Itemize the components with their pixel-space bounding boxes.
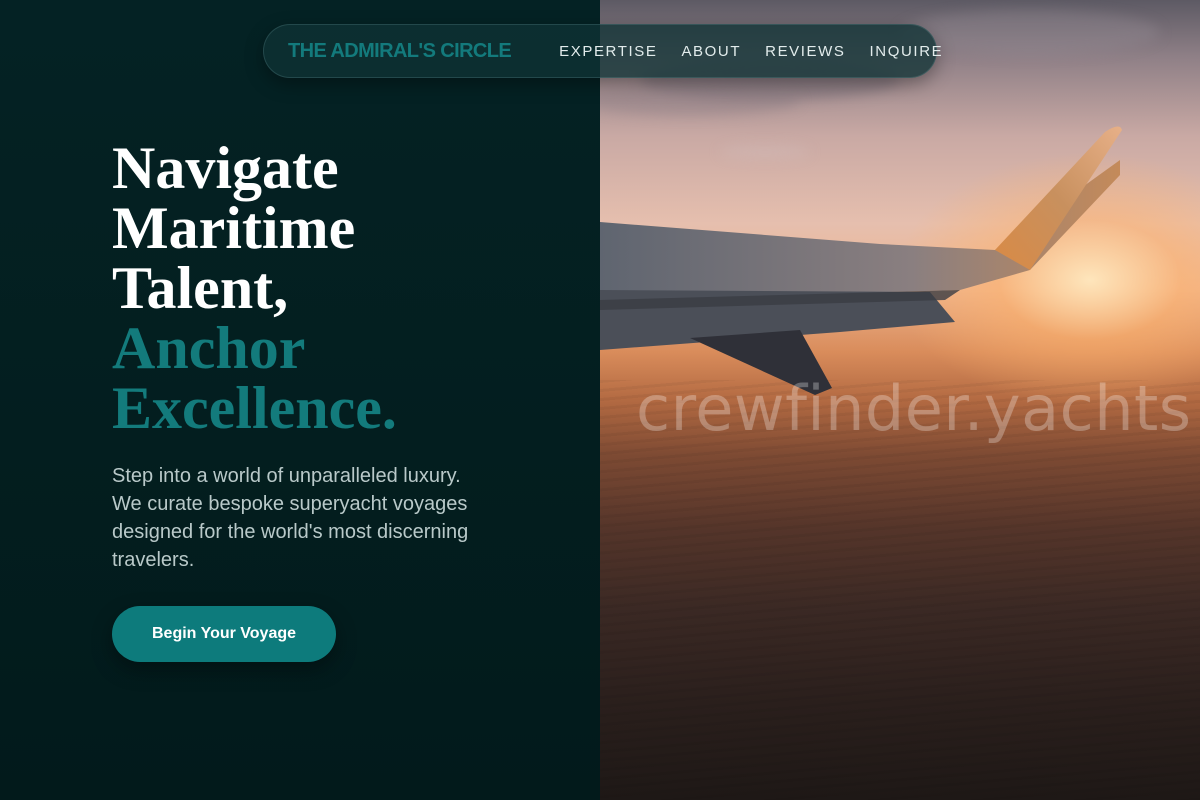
headline-accent-line: Anchor (112, 315, 306, 381)
nav-link-reviews[interactable]: REVIEWS (765, 43, 845, 60)
nav-link-inquire[interactable]: INQUIRE (870, 43, 944, 60)
begin-voyage-button[interactable]: Begin Your Voyage (112, 606, 336, 662)
headline-line: Navigate (112, 135, 339, 201)
headline-accent-line: Excellence. (112, 375, 397, 441)
image-watermark-text: crewfinder.yachts (636, 372, 1192, 445)
nav-link-expertise[interactable]: EXPERTISE (559, 43, 657, 60)
top-navbar: THE ADMIRAL'S CIRCLE EXPERTISE ABOUT REV… (263, 24, 942, 78)
hero-subtext: Step into a world of unparalleled luxury… (112, 465, 469, 571)
brand-logo-link[interactable]: THE ADMIRAL'S CIRCLE (288, 40, 512, 63)
headline-line: Maritime (112, 195, 356, 261)
hero-headline: Navigate Maritime Talent, Anchor Excelle… (112, 138, 397, 438)
nav-link-about[interactable]: ABOUT (681, 43, 741, 60)
headline-line: Talent, (112, 255, 289, 321)
nav-links: EXPERTISE ABOUT REVIEWS INQUIRE (559, 43, 943, 60)
page: crewfinder.yachts THE ADMIRAL'S CIRCLE E… (0, 0, 1200, 800)
